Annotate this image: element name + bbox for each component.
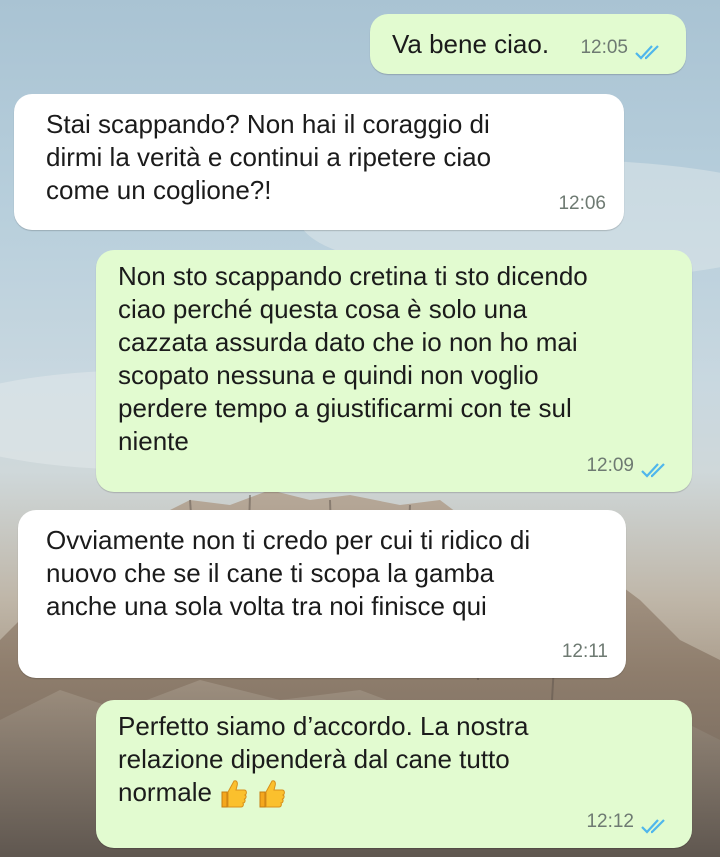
message-time: 12:09 [586, 455, 634, 476]
message-time: 12:06 [558, 193, 606, 214]
thumbs-up-icon [254, 777, 288, 811]
double-check-icon [634, 39, 664, 60]
double-check-icon [640, 457, 670, 478]
message-bubble-outgoing[interactable]: Non sto scappando cretina ti sto dicendo… [96, 250, 692, 492]
message-time: 12:05 [580, 37, 628, 58]
message-bubble-incoming[interactable]: Stai scappando? Non hai il coraggio di d… [14, 94, 624, 230]
thumbs-up-icon [216, 777, 250, 811]
double-check-icon [640, 813, 670, 834]
message-bubble-incoming[interactable]: Ovviamente non ti credo per cui ti ridic… [18, 510, 626, 678]
message-text: Non sto scappando cretina ti sto dicendo… [118, 261, 588, 456]
message-time: 12:11 [561, 641, 608, 662]
message-text: Stai scappando? Non hai il coraggio di d… [46, 109, 492, 205]
message-text: Va bene ciao. [392, 29, 550, 59]
message-bubble-outgoing[interactable]: Perfetto siamo d’accordo. La nostra rela… [96, 700, 692, 848]
message-text: Ovviamente non ti credo per cui ti ridic… [46, 525, 531, 621]
message-bubble-outgoing[interactable]: Va bene ciao. 12:05 [370, 14, 686, 74]
message-text: Perfetto siamo d’accordo. La nostra rela… [118, 711, 529, 807]
message-time: 12:12 [586, 811, 634, 832]
